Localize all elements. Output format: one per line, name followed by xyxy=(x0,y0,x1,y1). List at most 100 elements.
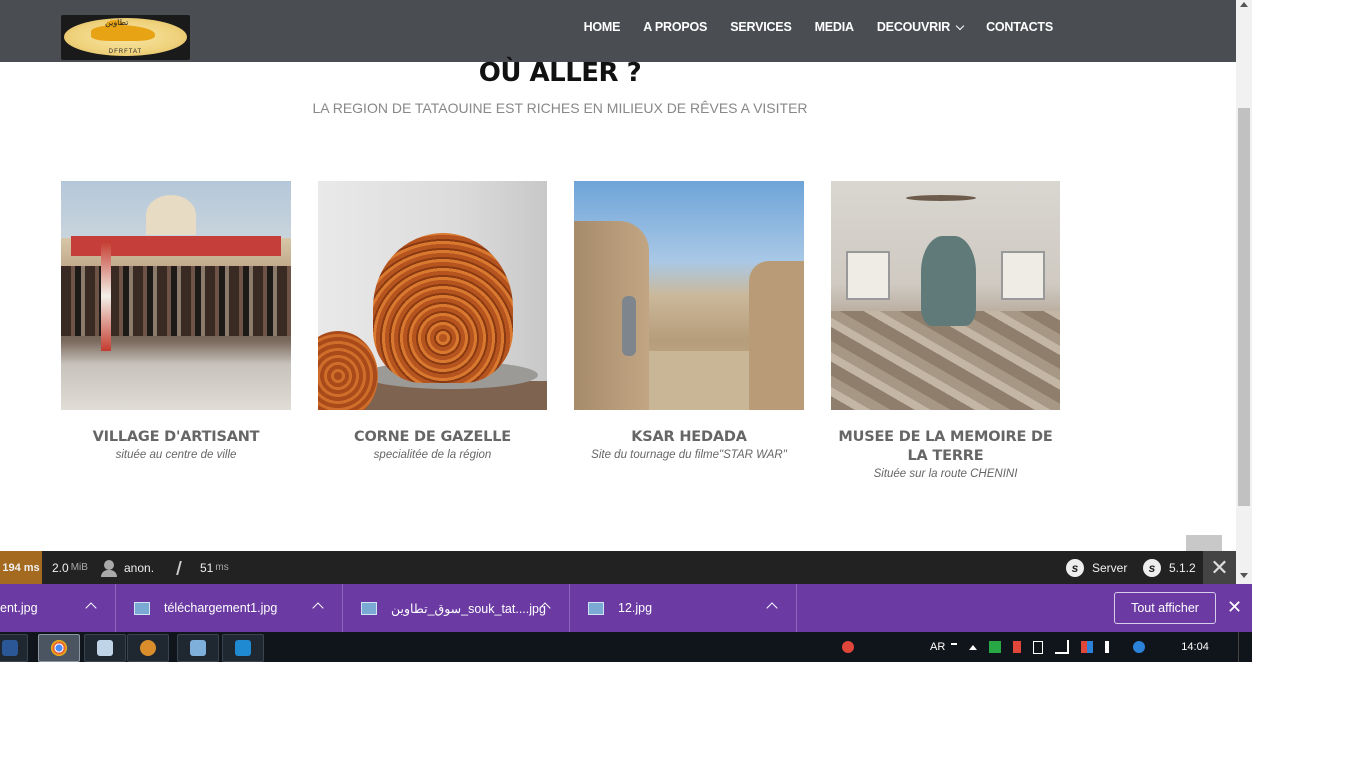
taskbar-explorer[interactable] xyxy=(177,634,219,662)
image-file-icon xyxy=(134,601,150,615)
chevron-up-icon[interactable] xyxy=(312,602,324,614)
download-item[interactable]: ent.jpg xyxy=(0,584,116,632)
card-title: VILLAGE D'ARTISANT xyxy=(92,429,260,445)
gazelle-photo[interactable] xyxy=(318,181,547,410)
nav-contacts[interactable]: CONTACTS xyxy=(986,20,1053,34)
download-filename: téléchargement1.jpg xyxy=(164,601,278,615)
ksar-photo[interactable] xyxy=(574,181,804,410)
card-village-artisant[interactable]: VILLAGE D'ARTISANT située au centre de v… xyxy=(61,181,291,461)
nav-decouvrir[interactable]: DECOUVRIR xyxy=(876,20,965,34)
download-item[interactable]: téléchargement1.jpg xyxy=(116,584,343,632)
notepad-icon xyxy=(97,640,113,656)
card-musee-memoire-terre[interactable]: MUSEE DE LA MEMOIRE DE LA TERRE Située s… xyxy=(831,181,1060,480)
image-file-icon xyxy=(588,601,604,615)
scrollbar-thumb[interactable] xyxy=(1238,108,1250,506)
photo-flag xyxy=(101,241,111,351)
cloud-upload-icon[interactable] xyxy=(1133,641,1146,653)
taskbar-clock[interactable]: 14:04 xyxy=(1181,641,1209,653)
symfony-debug-toolbar: 194 ms 2.0 MiB anon. 51 ms s Server s 5.1.2 … xyxy=(0,551,1236,584)
photo-dome xyxy=(146,195,196,235)
debug-user[interactable]: anon. xyxy=(101,551,155,584)
taskbar-vscode[interactable] xyxy=(222,634,264,662)
taskbar-chrome[interactable] xyxy=(38,634,80,662)
card-description: specialitée de la région xyxy=(373,449,492,461)
hand-icon xyxy=(176,560,190,575)
taskbar-notepad[interactable] xyxy=(84,634,126,662)
browser-viewport: تطاوين DFRFTAT HOME A PROPOS SERVICES ME… xyxy=(0,0,1236,551)
debug-version-label: 5.1.2 xyxy=(1169,560,1196,575)
keyboard-icon[interactable] xyxy=(951,643,958,651)
chrome-tray-icon[interactable] xyxy=(842,641,854,653)
card-ksar-hedada[interactable]: KSAR HEDADA Site du tournage du filme"ST… xyxy=(574,181,804,461)
scroll-down-icon[interactable] xyxy=(1240,573,1248,578)
page-scrollbar[interactable] xyxy=(1236,0,1252,584)
symfony-icon: s xyxy=(1143,558,1161,577)
download-item[interactable]: 12.jpg xyxy=(570,584,797,632)
debug-db-unit: ms xyxy=(215,562,229,573)
download-filename: سوق_تطاوين_souk_tat....jpg xyxy=(391,601,546,616)
debug-time-unit: ms xyxy=(23,561,40,574)
main-nav: HOME A PROPOS SERVICES MEDIA DECOUVRIR C… xyxy=(561,0,1054,54)
back-to-top-button[interactable] xyxy=(1186,535,1222,551)
language-indicator[interactable]: AR xyxy=(930,641,945,653)
nav-a-propos[interactable]: A PROPOS xyxy=(643,20,707,34)
vscode-icon xyxy=(235,640,251,656)
volume-icon[interactable] xyxy=(1105,641,1121,653)
site-header: تطاوين DFRFTAT HOME A PROPOS SERVICES ME… xyxy=(0,0,1236,62)
village-photo[interactable] xyxy=(61,181,291,410)
debug-memory[interactable]: 2.0 MiB xyxy=(52,551,88,584)
chevron-up-icon[interactable] xyxy=(766,602,778,614)
debug-memory-unit: MiB xyxy=(70,562,88,573)
debug-time-value: 194 xyxy=(2,561,21,574)
photo-wall-left xyxy=(574,221,649,410)
system-tray: AR 14:04 xyxy=(836,632,1209,662)
show-all-downloads-button[interactable]: Tout afficher xyxy=(1114,592,1216,624)
nav-home[interactable]: HOME xyxy=(584,20,621,34)
show-desktop-button[interactable] xyxy=(1238,632,1253,662)
photo-bird-sculpture xyxy=(906,195,976,201)
debug-close-button[interactable]: ✕ xyxy=(1203,551,1236,584)
close-icon[interactable]: ✕ xyxy=(1227,597,1242,618)
photo-pastry-pile xyxy=(373,233,513,383)
chevron-up-icon[interactable] xyxy=(85,602,97,614)
card-title: MUSEE DE LA MEMOIRE DE LA TERRE xyxy=(838,429,1053,464)
debug-server-label: Server xyxy=(1092,560,1128,575)
user-icon xyxy=(101,559,117,577)
download-filename: ent.jpg xyxy=(0,601,38,615)
symfony-icon: s xyxy=(1066,558,1084,577)
nav-media[interactable]: MEDIA xyxy=(815,20,854,34)
photo-pastry-pile-small xyxy=(318,331,378,410)
photo-display-case xyxy=(1001,251,1045,300)
card-title: CORNE DE GAZELLE xyxy=(354,429,511,445)
card-description: Située sur la route CHENINI xyxy=(873,468,1018,480)
signal-icon[interactable] xyxy=(1055,640,1070,654)
mute-icon[interactable] xyxy=(1013,641,1022,653)
logo-brand-text: DFRFTAT xyxy=(108,49,143,55)
scroll-up-icon[interactable] xyxy=(1240,2,1248,7)
debug-user-label: anon. xyxy=(124,560,155,575)
download-filename: 12.jpg xyxy=(618,601,653,615)
card-description: Site du tournage du filme"STAR WAR" xyxy=(591,449,787,461)
show-hidden-icons-icon[interactable] xyxy=(969,644,978,650)
flag-icon[interactable] xyxy=(1081,641,1094,653)
taskbar-word[interactable] xyxy=(0,634,28,662)
site-logo[interactable]: تطاوين DFRFTAT xyxy=(61,15,190,60)
musee-photo[interactable] xyxy=(831,181,1060,410)
word-icon xyxy=(2,640,18,656)
card-corne-de-gazelle[interactable]: CORNE DE GAZELLE specialitée de la régio… xyxy=(318,181,547,461)
photo-crowd xyxy=(61,266,291,336)
debug-request-time[interactable]: 194 ms xyxy=(0,551,42,584)
downloads-bar: ent.jpg téléchargement1.jpg سوق_تطاوين_s… xyxy=(0,584,1252,632)
taskbar-control-panel[interactable] xyxy=(127,634,169,662)
photo-statue xyxy=(921,236,976,326)
green-app-icon[interactable] xyxy=(989,641,1002,653)
debug-version[interactable]: s 5.1.2 xyxy=(1143,551,1196,584)
debug-server[interactable]: s Server xyxy=(1066,551,1127,584)
nav-services[interactable]: SERVICES xyxy=(730,20,792,34)
nav-decouvrir-label: DECOUVRIR xyxy=(876,20,951,34)
debug-db[interactable]: 51 ms xyxy=(176,551,229,584)
logo-camel xyxy=(91,25,155,41)
card-title: KSAR HEDADA xyxy=(631,429,747,445)
download-item[interactable]: سوق_تطاوين_souk_tat....jpg xyxy=(343,584,570,632)
power-icon[interactable] xyxy=(1033,640,1044,654)
